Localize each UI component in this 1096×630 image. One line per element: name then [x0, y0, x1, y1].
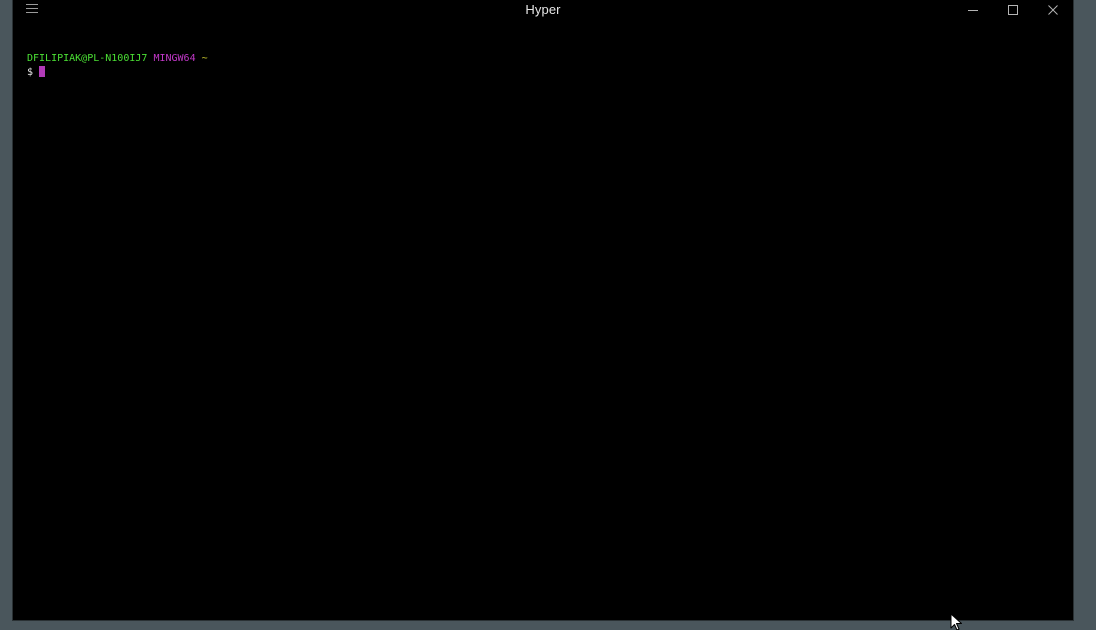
maximize-icon [1008, 5, 1018, 15]
cwd-label: ~ [201, 53, 208, 64]
minimize-icon [968, 10, 978, 11]
prompt-header: DFILIPIAK@PL-N100IJ7 MINGW64 ~ [27, 52, 208, 66]
env-label: MINGW64 [153, 53, 196, 64]
minimize-button[interactable] [953, 0, 993, 20]
terminal-output[interactable]: DFILIPIAK@PL-N100IJ7 MINGW64 ~ $ [27, 52, 208, 80]
prompt-input-line[interactable]: $ [27, 66, 208, 80]
prompt-symbol: $ [27, 67, 34, 78]
desktop: Hyper DFILIPIAK@PL-N100IJ7 MINGW64 ~ $ [0, 0, 1096, 630]
close-button[interactable] [1033, 0, 1073, 20]
hyper-window: Hyper DFILIPIAK@PL-N100IJ7 MINGW64 ~ $ [13, 0, 1073, 620]
user-host: DFILIPIAK@PL-N100IJ7 [27, 53, 148, 64]
close-icon [1048, 5, 1058, 15]
text-cursor [39, 66, 46, 77]
maximize-button[interactable] [993, 0, 1033, 20]
mouse-pointer-icon [950, 613, 962, 630]
title-bar[interactable]: Hyper [13, 0, 1073, 20]
window-title: Hyper [525, 2, 561, 17]
